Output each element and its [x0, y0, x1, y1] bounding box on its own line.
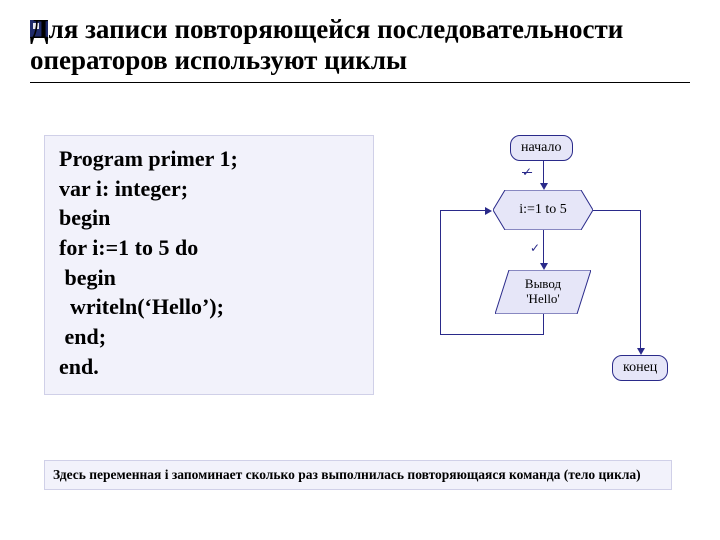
- code-line: end.: [59, 352, 359, 382]
- flow-output: Вывод 'Hello': [495, 270, 591, 314]
- code-line: Program primer 1;: [59, 144, 359, 174]
- code-line: for i:=1 to 5 do: [59, 233, 359, 263]
- footnote: Здесь переменная i запоминает сколько ра…: [44, 460, 672, 490]
- flow-mark: ✓: [522, 165, 532, 180]
- code-block: Program primer 1; var i: integer; begin …: [44, 135, 374, 395]
- arrow-right-icon: [485, 207, 492, 215]
- flow-connector: [440, 334, 544, 335]
- flow-output-label: Вывод 'Hello': [525, 277, 561, 307]
- code-line: var i: integer;: [59, 174, 359, 204]
- flow-connector: [543, 161, 544, 185]
- flow-loop: i:=1 to 5: [493, 190, 593, 230]
- code-line: end;: [59, 322, 359, 352]
- flow-output-line2: 'Hello': [526, 291, 560, 306]
- flow-loop-label: i:=1 to 5: [519, 202, 567, 218]
- flow-connector: [440, 210, 486, 211]
- title-container: Для записи повторяющейся последовательно…: [30, 14, 690, 83]
- arrow-down-icon: [540, 183, 548, 190]
- flow-connector: [640, 210, 641, 350]
- code-line: begin: [59, 263, 359, 293]
- flow-end: конец: [612, 355, 668, 381]
- flow-connector: [440, 210, 441, 335]
- code-line: writeln(‘Hello’);: [59, 292, 359, 322]
- flow-output-line1: Вывод: [525, 276, 561, 291]
- flowchart: начало ✓ i:=1 to 5 ✓ Вывод 'Hello' конец: [410, 135, 695, 435]
- code-line: begin: [59, 203, 359, 233]
- flow-mark: ✓: [530, 241, 540, 256]
- flow-connector: [543, 314, 544, 334]
- flow-start: начало: [510, 135, 573, 161]
- slide-title: Для записи повторяющейся последовательно…: [30, 14, 690, 76]
- flow-connector: [543, 230, 544, 265]
- arrow-down-icon: [540, 263, 548, 270]
- flow-connector: [593, 210, 640, 211]
- arrow-down-icon: [637, 348, 645, 355]
